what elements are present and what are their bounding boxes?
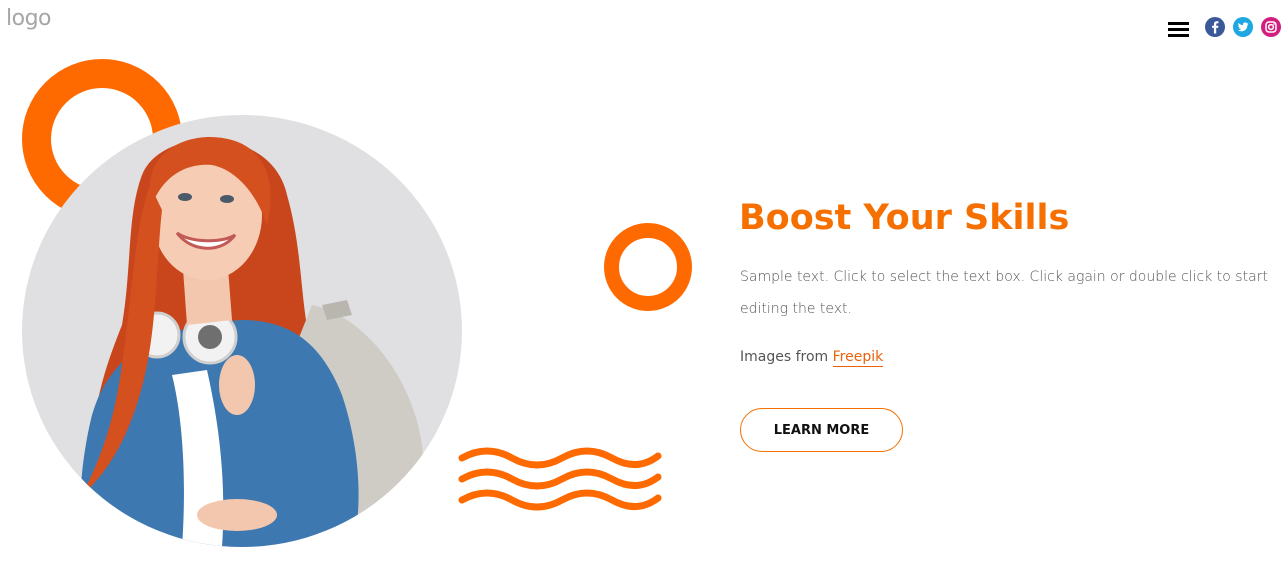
freepik-link[interactable]: Freepik: [832, 349, 884, 367]
facebook-icon[interactable]: [1205, 17, 1225, 37]
credit-prefix: Images from: [740, 349, 833, 365]
image-credit: Images from Freepik: [740, 349, 884, 367]
hero-photo: [22, 115, 462, 547]
page: logo Boost Your Skills Sample text. Clic…: [0, 0, 1288, 586]
learn-more-button[interactable]: LEARN MORE: [740, 408, 903, 452]
hamburger-menu-icon[interactable]: [1168, 20, 1189, 38]
twitter-icon[interactable]: [1233, 17, 1253, 37]
hero-body-text[interactable]: Sample text. Click to select the text bo…: [740, 261, 1280, 325]
hero-title: Boost Your Skills: [739, 198, 1070, 238]
decorative-waves: [458, 447, 662, 511]
logo[interactable]: logo: [6, 6, 52, 31]
decorative-ring-small: [604, 223, 692, 311]
instagram-icon[interactable]: [1261, 17, 1281, 37]
